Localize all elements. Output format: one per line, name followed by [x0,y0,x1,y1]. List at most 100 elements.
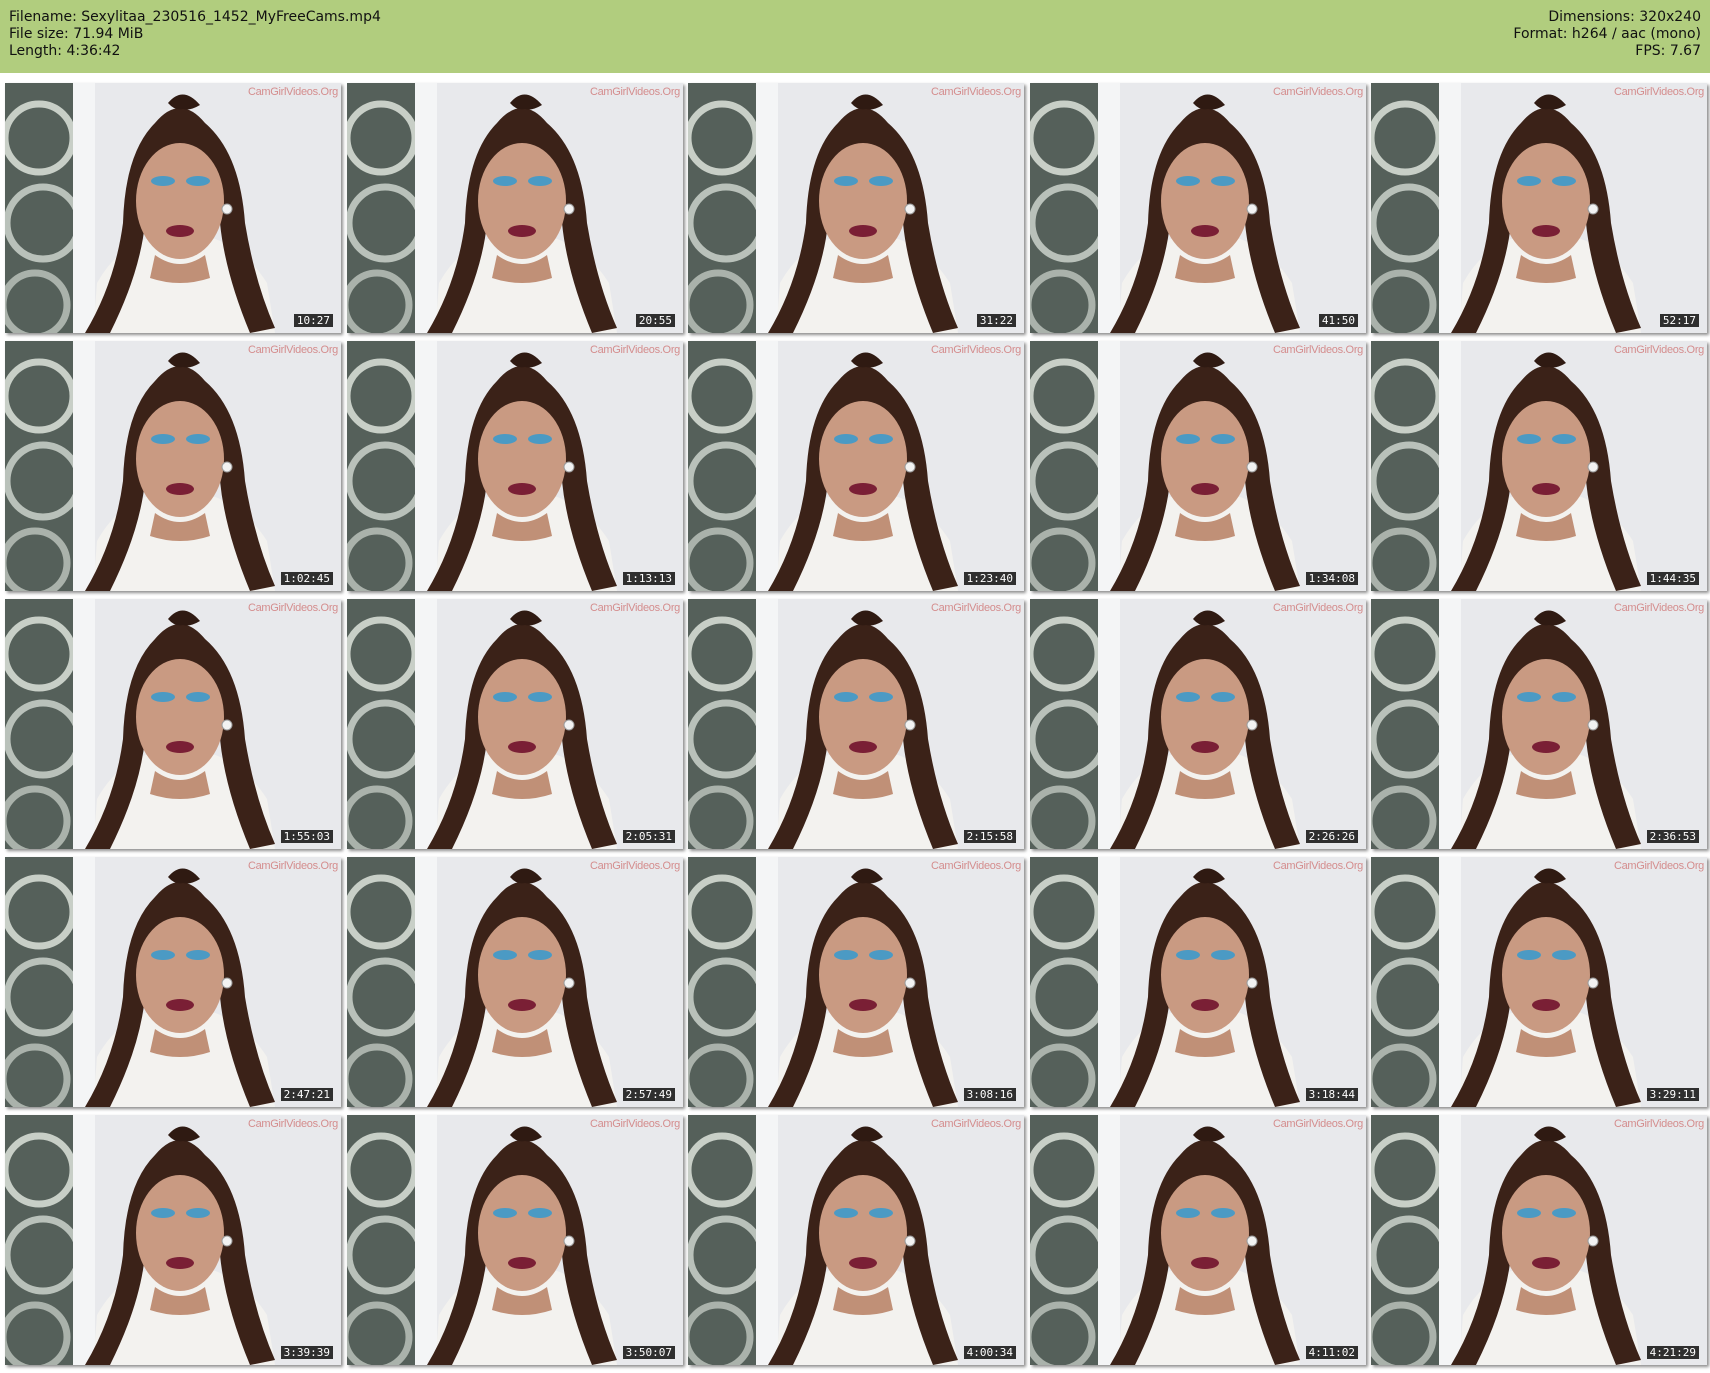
watermark-text: CamGirlVideos.Org [1613,344,1704,356]
timestamp-label: 31:22 [976,314,1016,327]
watermark-text: CamGirlVideos.Org [1613,860,1704,872]
watermark-text: CamGirlVideos.Org [589,344,680,356]
video-thumbnail[interactable]: CamGirlVideos.Org 52:17 [1371,83,1707,333]
watermark-text: CamGirlVideos.Org [589,86,680,98]
video-frame-image [347,341,683,591]
video-frame-image [5,83,341,333]
video-thumbnail[interactable]: CamGirlVideos.Org 3:50:07 [347,1115,683,1365]
timestamp-label: 1:13:13 [622,572,675,585]
timestamp-label: 52:17 [1659,314,1699,327]
timestamp-label: 20:55 [635,314,675,327]
video-frame-image [347,599,683,849]
video-thumbnail[interactable]: CamGirlVideos.Org 3:18:44 [1030,857,1366,1107]
video-frame-image [347,1115,683,1365]
watermark-text: CamGirlVideos.Org [247,1118,338,1130]
timestamp-label: 2:47:21 [280,1088,333,1101]
timestamp-label: 2:26:26 [1305,830,1358,843]
timestamp-label: 3:39:39 [280,1346,333,1359]
video-thumbnail[interactable]: CamGirlVideos.Org 41:50 [1030,83,1366,333]
watermark-text: CamGirlVideos.Org [1613,86,1704,98]
video-thumbnail[interactable]: CamGirlVideos.Org 4:21:29 [1371,1115,1707,1365]
video-frame-image [1371,83,1707,333]
video-thumbnail[interactable]: CamGirlVideos.Org 2:05:31 [347,599,683,849]
watermark-text: CamGirlVideos.Org [1272,602,1363,614]
thumbnail-grid: CamGirlVideos.Org 10:27 CamGirlVideos.Org… [0,0,1710,1373]
watermark-text: CamGirlVideos.Org [930,602,1021,614]
video-thumbnail[interactable]: CamGirlVideos.Org 31:22 [688,83,1024,333]
video-frame-image [1030,857,1366,1107]
timestamp-label: 3:18:44 [1305,1088,1358,1101]
video-thumbnail[interactable]: CamGirlVideos.Org 1:34:08 [1030,341,1366,591]
video-frame-image [5,1115,341,1365]
timestamp-label: 1:02:45 [280,572,333,585]
video-thumbnail[interactable]: CamGirlVideos.Org 2:57:49 [347,857,683,1107]
video-thumbnail[interactable]: CamGirlVideos.Org 3:08:16 [688,857,1024,1107]
timestamp-label: 4:11:02 [1305,1346,1358,1359]
timestamp-label: 3:50:07 [622,1346,675,1359]
video-thumbnail[interactable]: CamGirlVideos.Org 3:39:39 [5,1115,341,1365]
timestamp-label: 4:00:34 [963,1346,1016,1359]
watermark-text: CamGirlVideos.Org [589,602,680,614]
video-thumbnail[interactable]: CamGirlVideos.Org 3:29:11 [1371,857,1707,1107]
watermark-text: CamGirlVideos.Org [1272,344,1363,356]
timestamp-label: 1:44:35 [1646,572,1699,585]
video-thumbnail[interactable]: CamGirlVideos.Org 4:00:34 [688,1115,1024,1365]
video-thumbnail[interactable]: CamGirlVideos.Org 4:11:02 [1030,1115,1366,1365]
timestamp-label: 3:08:16 [963,1088,1016,1101]
video-frame-image [1371,599,1707,849]
video-thumbnail[interactable]: CamGirlVideos.Org 2:15:58 [688,599,1024,849]
timestamp-label: 2:57:49 [622,1088,675,1101]
watermark-text: CamGirlVideos.Org [1613,1118,1704,1130]
timestamp-label: 2:15:58 [963,830,1016,843]
video-thumbnail[interactable]: CamGirlVideos.Org 1:02:45 [5,341,341,591]
watermark-text: CamGirlVideos.Org [1272,1118,1363,1130]
timestamp-label: 1:23:40 [963,572,1016,585]
video-thumbnail[interactable]: CamGirlVideos.Org 2:47:21 [5,857,341,1107]
video-frame-image [688,857,1024,1107]
watermark-text: CamGirlVideos.Org [247,86,338,98]
video-frame-image [1030,1115,1366,1365]
watermark-text: CamGirlVideos.Org [1613,602,1704,614]
video-frame-image [1030,599,1366,849]
video-frame-image [688,341,1024,591]
watermark-text: CamGirlVideos.Org [930,860,1021,872]
watermark-text: CamGirlVideos.Org [1272,86,1363,98]
watermark-text: CamGirlVideos.Org [930,344,1021,356]
video-frame-image [5,857,341,1107]
video-frame-image [347,857,683,1107]
timestamp-label: 4:21:29 [1646,1346,1699,1359]
video-thumbnail[interactable]: CamGirlVideos.Org 1:13:13 [347,341,683,591]
watermark-text: CamGirlVideos.Org [247,602,338,614]
watermark-text: CamGirlVideos.Org [589,1118,680,1130]
video-thumbnail[interactable]: CamGirlVideos.Org 20:55 [347,83,683,333]
video-frame-image [1371,857,1707,1107]
timestamp-label: 1:55:03 [280,830,333,843]
watermark-text: CamGirlVideos.Org [247,344,338,356]
video-thumbnail[interactable]: CamGirlVideos.Org 1:55:03 [5,599,341,849]
video-thumbnail[interactable]: CamGirlVideos.Org 1:44:35 [1371,341,1707,591]
video-frame-image [688,1115,1024,1365]
watermark-text: CamGirlVideos.Org [930,86,1021,98]
timestamp-label: 2:36:53 [1646,830,1699,843]
watermark-text: CamGirlVideos.Org [1272,860,1363,872]
video-thumbnail[interactable]: CamGirlVideos.Org 1:23:40 [688,341,1024,591]
watermark-text: CamGirlVideos.Org [247,860,338,872]
video-frame-image [5,599,341,849]
timestamp-label: 41:50 [1318,314,1358,327]
video-frame-image [347,83,683,333]
video-frame-image [1371,1115,1707,1365]
timestamp-label: 3:29:11 [1646,1088,1699,1101]
timestamp-label: 1:34:08 [1305,572,1358,585]
watermark-text: CamGirlVideos.Org [589,860,680,872]
video-thumbnail[interactable]: CamGirlVideos.Org 2:26:26 [1030,599,1366,849]
video-frame-image [1030,341,1366,591]
timestamp-label: 2:05:31 [622,830,675,843]
video-frame-image [5,341,341,591]
video-frame-image [1371,341,1707,591]
timestamp-label: 10:27 [293,314,333,327]
video-thumbnail[interactable]: CamGirlVideos.Org 10:27 [5,83,341,333]
video-frame-image [688,599,1024,849]
video-thumbnail[interactable]: CamGirlVideos.Org 2:36:53 [1371,599,1707,849]
video-frame-image [688,83,1024,333]
watermark-text: CamGirlVideos.Org [930,1118,1021,1130]
